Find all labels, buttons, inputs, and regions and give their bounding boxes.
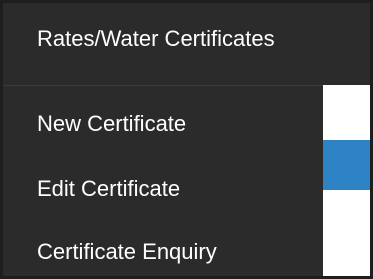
nav-bar: Rates/Water Certificates (3, 3, 370, 85)
nav-menu-rates-water-certificates[interactable]: Rates/Water Certificates (37, 25, 275, 53)
blue-content-bar (323, 140, 370, 190)
menu-item-edit-certificate[interactable]: Edit Certificate (37, 175, 180, 203)
page-content-background (323, 85, 370, 276)
rates-water-dropdown-menu: New Certificate Edit Certificate Certifi… (3, 85, 323, 276)
menu-item-certificate-enquiry[interactable]: Certificate Enquiry (37, 238, 217, 266)
menu-item-new-certificate[interactable]: New Certificate (37, 110, 186, 138)
screenshot-frame: Rates/Water Certificates New Certificate… (0, 0, 373, 279)
